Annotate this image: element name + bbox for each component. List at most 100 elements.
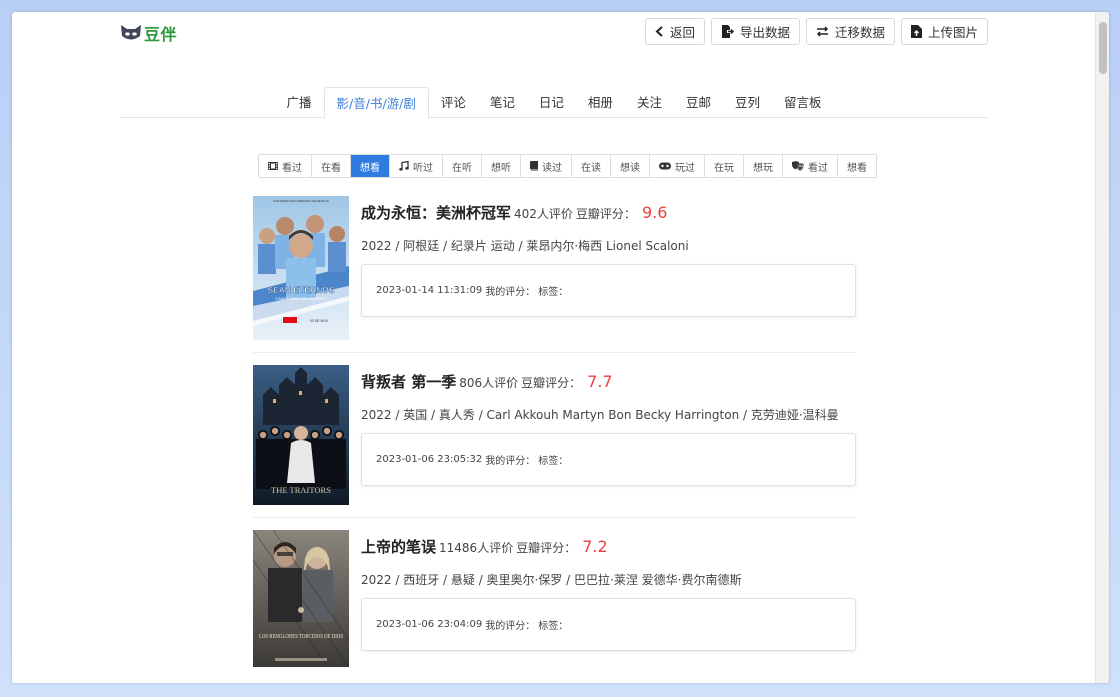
tab-albums[interactable]: 相册 [576,87,625,118]
mark-date: 2023-01-06 23:04:09 [376,619,483,630]
mark-date: 2023-01-06 23:05:32 [376,454,483,465]
item-meta: 2022 / 西班牙 / 悬疑 / 奥里奥尔·保罗 / 巴巴拉·莱涅 爱德华·费… [361,573,742,587]
filter-label: 想看 [360,162,380,174]
tab-reviews[interactable]: 评论 [429,87,478,118]
filter-label: 玩过 [675,162,695,174]
back-button-label: 返回 [669,25,695,40]
filter-label: 听过 [413,162,433,174]
item-meta: 2022 / 英国 / 真人秀 / Carl Akkouh Martyn Bon… [361,408,839,422]
status-filter-group: 看过 在看 想看 听过 在听 想听 读过 在读 想读 玩过 在玩 想玩 看过 想… [258,154,877,178]
score-label: 豆瓣评分： [521,376,582,390]
filter-label: 在玩 [714,162,734,174]
item-title-row: 上帝的笔误 11486人评价 豆瓣评分： 7.2 [361,536,856,557]
app-window: 豆伴 返回 导出数据 迁移数据 上传图片 广播 影/音/书/游/剧 评论 笔记 … [12,12,1109,683]
filter-drama-wish[interactable]: 想看 [838,155,876,177]
item-title[interactable]: 成为永恒：美洲杯冠军 [361,202,511,223]
filter-label: 想听 [491,162,511,174]
tab-notes[interactable]: 笔记 [478,87,527,118]
exchange-icon [816,26,829,37]
scrollbar-thumb[interactable] [1099,22,1107,74]
page-content: 豆伴 返回 导出数据 迁移数据 上传图片 广播 影/音/书/游/剧 评论 笔记 … [12,12,1095,683]
filter-music-listening[interactable]: 在听 [443,155,482,177]
filter-music-wish[interactable]: 想听 [482,155,521,177]
rating-count: 806人评价 [459,376,519,390]
filter-book-reading[interactable]: 在读 [572,155,611,177]
music-icon [399,161,409,171]
filter-movie-watched[interactable]: 看过 [259,155,312,177]
migrate-data-label: 迁移数据 [834,25,885,40]
item-divider [253,352,856,353]
poster-image[interactable]: LOS RENGLONES TORCIDOS DE DIOS [253,530,349,674]
rating-count: 402人评价 [514,207,573,221]
douban-score: 9.6 [641,203,668,222]
poster-art: THE TRAITORS [253,365,349,505]
item-title[interactable]: 上帝的笔误 [361,536,436,557]
filter-label: 读过 [542,162,562,174]
my-rating-label: 我的评分： [485,456,536,467]
filter-drama-watched[interactable]: 看过 [783,155,838,177]
item-info: 背叛者 第一季 806人评价 豆瓣评分： 7.7 2022 / 英国 / 真人秀… [361,365,856,486]
item-title[interactable]: 背叛者 第一季 [361,371,456,392]
chevron-left-icon [655,26,663,37]
my-rating-label: 我的评分： [485,287,536,298]
poster-art: LOS RENGLONES TORCIDOS DE DIOS [253,530,349,668]
vertical-scrollbar[interactable] [1095,12,1109,683]
filter-game-wish[interactable]: 想玩 [744,155,783,177]
tab-messages[interactable]: 豆邮 [674,87,723,118]
back-button[interactable]: 返回 [644,18,705,45]
item-meta: 2022 / 阿根廷 / 纪录片 运动 / 莱昂内尔·梅西 Lionel Sca… [361,239,689,253]
poster-art: UNA SERIE DOCUMENTAL DE NETFLIX SEAN ETE… [253,196,349,340]
tab-following[interactable]: 关注 [625,87,674,118]
filter-label: 在读 [581,162,601,174]
export-data-label: 导出数据 [739,25,790,40]
filter-game-played[interactable]: 玩过 [650,155,705,177]
cat-logo-icon [121,25,141,40]
filter-label: 想看 [847,162,867,174]
tab-doulists[interactable]: 豆列 [723,87,772,118]
filter-book-wish[interactable]: 想读 [611,155,650,177]
poster-image[interactable]: THE TRAITORS [253,365,349,509]
mark-date: 2023-01-14 11:31:09 [376,285,483,296]
filter-game-playing[interactable]: 在玩 [705,155,744,177]
theater-masks-icon [792,161,804,171]
tab-guestbook[interactable]: 留言板 [772,87,834,118]
poster-title-text: LOS RENGLONES TORCIDOS DE DIOS [259,633,343,640]
poster-date-text: 03 DE NOV [310,319,329,323]
gamepad-icon [659,162,671,170]
toolbar: 返回 导出数据 迁移数据 上传图片 [644,18,988,45]
filter-book-read[interactable]: 读过 [521,155,572,177]
logo-text: 豆伴 [144,25,178,44]
douban-score: 7.2 [582,537,608,556]
upload-image-button[interactable]: 上传图片 [900,18,988,45]
film-icon [268,162,278,170]
item-title-row: 成为永恒：美洲杯冠军 402人评价 豆瓣评分： 9.6 [361,202,856,223]
poster-image[interactable]: UNA SERIE DOCUMENTAL DE NETFLIX SEAN ETE… [253,196,349,340]
filter-label: 想玩 [753,162,773,174]
my-note-box: 2023-01-06 23:04:09 我的评分： 标签： [361,598,856,651]
filter-movie-wish[interactable]: 想看 [351,155,390,177]
tags-label: 标签： [538,456,569,467]
tags-label: 标签： [538,287,569,298]
filter-movie-watching[interactable]: 在看 [312,155,351,177]
migrate-data-button[interactable]: 迁移数据 [805,18,895,45]
tab-diary[interactable]: 日记 [527,87,576,118]
filter-music-listened[interactable]: 听过 [390,155,443,177]
tab-media[interactable]: 影/音/书/游/剧 [323,87,429,119]
filter-label: 在看 [321,162,341,174]
logo[interactable]: 豆伴 [120,21,177,45]
douban-score: 7.7 [587,372,613,391]
book-icon [530,161,538,171]
item-info: 上帝的笔误 11486人评价 豆瓣评分： 7.2 2022 / 西班牙 / 悬疑… [361,530,856,651]
poster-subtitle-text: CAMPEONES DE AMÉRICA [275,296,327,301]
file-upload-icon [910,25,922,38]
my-rating-label: 我的评分： [485,621,536,632]
my-note-box: 2023-01-06 23:05:32 我的评分： 标签： [361,433,856,486]
tab-broadcast[interactable]: 广播 [275,87,324,118]
item-title-row: 背叛者 第一季 806人评价 豆瓣评分： 7.7 [361,371,856,392]
upload-image-label: 上传图片 [927,25,978,40]
score-label: 豆瓣评分： [575,207,636,221]
file-export-icon [721,25,734,38]
export-data-button[interactable]: 导出数据 [710,18,800,45]
filter-label: 看过 [282,162,302,174]
poster-title-text: SEAN ETERNOS [267,285,334,295]
